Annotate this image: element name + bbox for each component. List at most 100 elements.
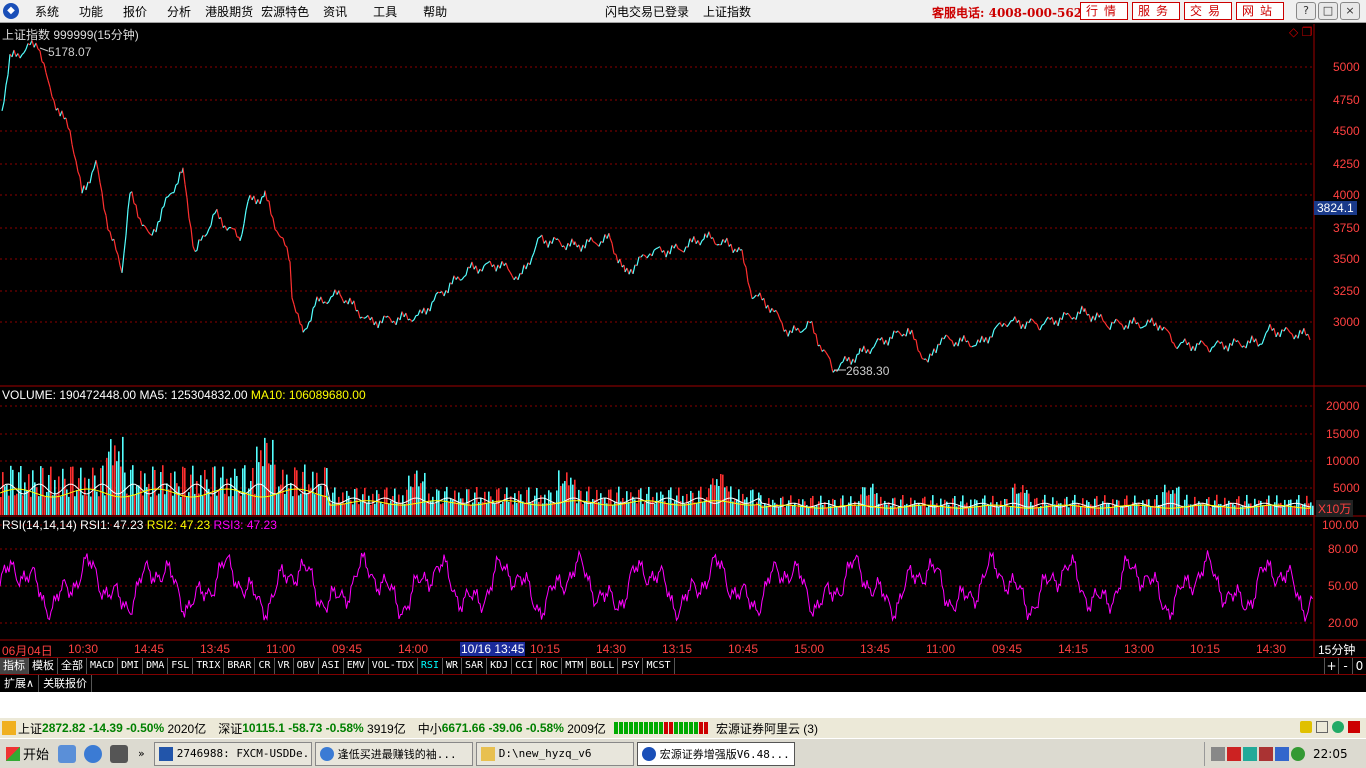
tab-related-quotes[interactable]: 关联报价 (39, 675, 93, 692)
tab-roc[interactable]: ROC (537, 658, 563, 674)
price-segment (278, 234, 282, 238)
tab-dmi[interactable]: DMI (118, 658, 144, 674)
tab-wr[interactable]: WR (443, 658, 463, 674)
service-button[interactable]: 服务 (1132, 2, 1180, 20)
connection-icon[interactable] (1332, 721, 1344, 733)
tab-mcst[interactable]: MCST (643, 658, 675, 674)
menu-help[interactable]: 帮助 (413, 3, 457, 20)
menu-analysis[interactable]: 分析 (157, 3, 201, 20)
ie-icon[interactable] (58, 744, 76, 763)
signal-icon[interactable] (1316, 721, 1328, 733)
tab-sar[interactable]: SAR (462, 658, 488, 674)
task-browser[interactable]: 逢低买进最赚钱的袖... (314, 741, 473, 766)
menu-function[interactable]: 功能 (69, 3, 113, 20)
broker-server[interactable]: 宏源证券阿里云 (3) (716, 720, 818, 737)
close-button[interactable]: × (1340, 2, 1360, 20)
update-icon[interactable] (1291, 747, 1305, 761)
menu-quote[interactable]: 报价 (113, 3, 157, 20)
notice-icon[interactable] (1300, 721, 1312, 733)
price-segment (891, 330, 895, 339)
tab-all[interactable]: 全部 (58, 658, 87, 674)
tab-vol-tdx[interactable]: VOL-TDX (369, 658, 418, 674)
tab-boll[interactable]: BOLL (587, 658, 619, 674)
trade-button[interactable]: 交易 (1184, 2, 1232, 20)
tab-template[interactable]: 模板 (29, 658, 58, 674)
shield-icon[interactable] (1275, 747, 1289, 761)
tab-fsl[interactable]: FSL (168, 658, 194, 674)
tab-brar[interactable]: BRAR (224, 658, 256, 674)
volume-bar (1130, 505, 1132, 515)
price-segment (675, 243, 679, 249)
task-fxcm[interactable]: 2746988: FXCM-USDDe... (153, 741, 312, 766)
tab-rsi[interactable]: RSI (418, 658, 443, 674)
start-button[interactable]: 开始 (2, 742, 54, 766)
volume-bar (646, 493, 648, 515)
volume-bar (1214, 500, 1216, 515)
taskbar: 开始 » 2746988: FXCM-USDDe... 逢低买进最赚钱的袖...… (0, 738, 1366, 768)
volume-bar (958, 505, 960, 515)
price-segment (1145, 319, 1149, 326)
app-logo-icon[interactable]: ◆ (3, 3, 19, 19)
volume-bar (428, 493, 430, 515)
price-segment (69, 130, 73, 145)
add-pane-button[interactable]: + (1324, 658, 1338, 674)
volume-bar (82, 495, 84, 515)
security-icon[interactable] (1259, 747, 1273, 761)
volume-bar (504, 494, 506, 515)
tab-vr[interactable]: VR (275, 658, 294, 674)
price-segment (995, 324, 999, 328)
tab-asi[interactable]: ASI (319, 658, 344, 674)
task-hongyuan[interactable]: 宏源证券增强版V6.48... (636, 741, 795, 766)
volume-bar (104, 495, 106, 515)
ime-icon[interactable] (1227, 747, 1241, 761)
menu-tools[interactable]: 工具 (357, 3, 413, 20)
price-segment (559, 241, 563, 247)
price-segment (306, 321, 310, 329)
menu-hongyuan[interactable]: 宏源特色 (257, 3, 313, 20)
network-icon[interactable] (1243, 747, 1257, 761)
restore-button[interactable]: □ (1318, 2, 1338, 20)
market-icon[interactable] (2, 721, 16, 735)
trade-login-status[interactable]: 闪电交易已登录 (605, 3, 689, 20)
tab-mtm[interactable]: MTM (562, 658, 588, 674)
tab-macd[interactable]: MACD (87, 658, 119, 674)
task-folder[interactable]: D:\new_hyzq_v6 (475, 741, 634, 766)
website-button[interactable]: 网站 (1236, 2, 1284, 20)
browser-icon[interactable] (84, 744, 102, 763)
quicklaunch-more-icon[interactable]: » (138, 747, 145, 760)
volume-bar (360, 501, 362, 515)
period-label[interactable]: 15分钟 (1318, 641, 1355, 658)
quote-button[interactable]: 行情 (1080, 2, 1128, 20)
volume-bar (64, 478, 66, 515)
volume-bar (384, 489, 386, 515)
tab-kdj[interactable]: KDJ (487, 658, 513, 674)
tab-trix[interactable]: TRIX (193, 658, 225, 674)
clock[interactable]: 22:05 (1313, 747, 1348, 761)
desktop-icon[interactable] (110, 744, 128, 763)
tab-psy[interactable]: PSY (618, 658, 644, 674)
tab-emv[interactable]: EMV (344, 658, 369, 674)
volume-bar (164, 494, 166, 515)
chart-expand-icon[interactable]: ◇ ❐ (1289, 25, 1312, 39)
price-segment (435, 291, 439, 295)
reset-pane-button[interactable]: 0 (1352, 658, 1366, 674)
minimize-button[interactable]: ? (1296, 2, 1316, 20)
alert-icon[interactable] (1348, 721, 1360, 733)
tab-cr[interactable]: CR (255, 658, 275, 674)
remove-pane-button[interactable]: - (1338, 658, 1352, 674)
tab-obv[interactable]: OBV (294, 658, 319, 674)
tab-expand[interactable]: 扩展∧ (0, 675, 40, 692)
menu-info[interactable]: 资讯 (313, 3, 357, 20)
price-segment (23, 48, 27, 53)
menu-system[interactable]: 系统 (25, 3, 69, 20)
chart-canvas[interactable] (0, 24, 1366, 658)
tab-indicator[interactable]: 指标 (0, 658, 29, 674)
price-segment (1303, 328, 1307, 336)
tab-dma[interactable]: DMA (143, 658, 169, 674)
menu-hk-futures[interactable]: 港股期货 (201, 3, 257, 20)
tab-cci[interactable]: CCI (512, 658, 538, 674)
volume-bar (694, 502, 696, 515)
chart-area[interactable]: 上证指数 999999(15分钟) ◇ ❐ 5178.07 2638.30 38… (0, 24, 1366, 658)
keyboard-icon[interactable] (1211, 747, 1225, 761)
volume-bar (640, 488, 642, 515)
